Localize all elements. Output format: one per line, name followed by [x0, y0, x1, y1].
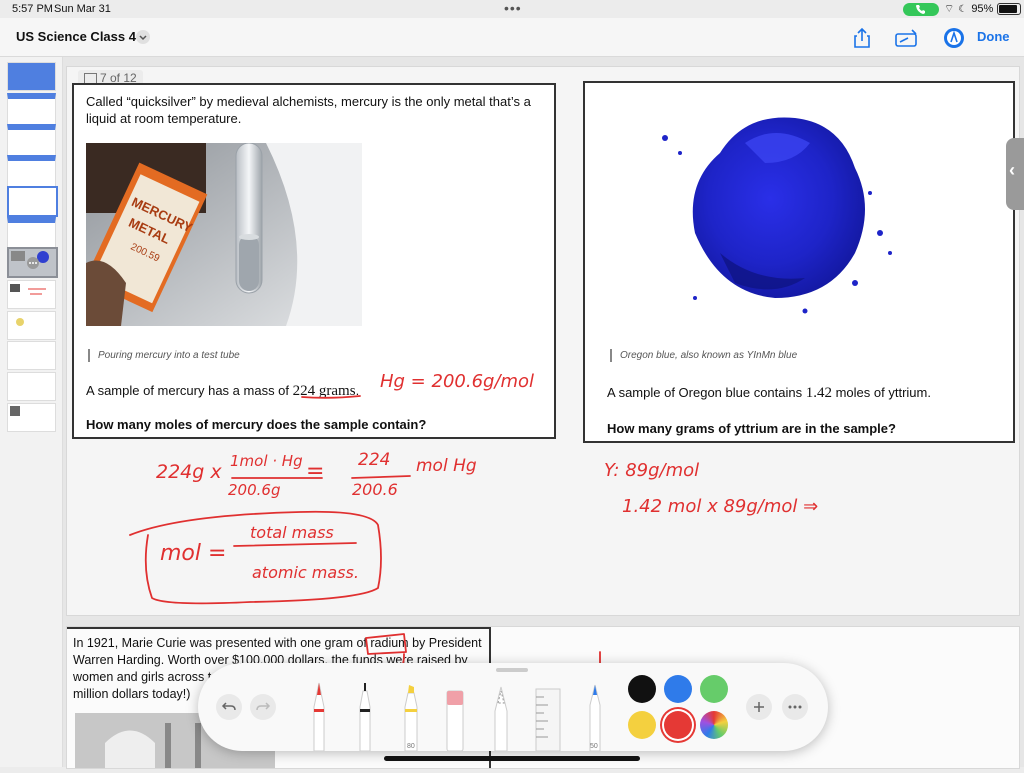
done-button[interactable]: Done — [977, 29, 1010, 44]
active-call-icon[interactable] — [903, 3, 939, 16]
redo-button[interactable] — [250, 694, 276, 720]
color-green-swatch[interactable] — [700, 675, 728, 703]
share-icon[interactable] — [850, 26, 874, 50]
markup-icon[interactable] — [894, 26, 918, 50]
wifi-icon: ⌔ — [944, 3, 955, 15]
slide-thumbnail[interactable] — [7, 217, 56, 251]
top-toolbar: US Science Class 4 Done — [0, 18, 1024, 57]
lasso-tool[interactable] — [490, 677, 512, 756]
ruler-tool[interactable] — [534, 687, 562, 756]
oregon-question-end: moles of yttrium. — [831, 385, 931, 400]
status-bar: 5:57 PM Sun Mar 31 ••• ⌔ ☾ 95% — [0, 0, 1024, 18]
status-date: Sun Mar 31 — [54, 3, 111, 15]
slide-thumbnail[interactable] — [7, 155, 56, 189]
toolbar-grabber[interactable] — [496, 668, 528, 672]
yttrium-moles-value: 1.42 — [805, 385, 832, 401]
oregon-question-text: A sample of Oregon blue contains — [607, 385, 806, 400]
oregon-blue-card: Oregon blue, also known as YInMn blue A … — [583, 81, 1015, 443]
home-indicator[interactable] — [384, 756, 640, 761]
eraser-tool[interactable] — [444, 681, 466, 756]
color-blue-swatch[interactable] — [664, 675, 692, 703]
mercury-question-end: . — [355, 383, 360, 398]
slide-thumbnail-selected[interactable] — [7, 247, 58, 278]
slide-thumbnail[interactable] — [7, 311, 56, 340]
slide-thumbnail[interactable] — [7, 93, 56, 127]
slide-thumbnail[interactable] — [7, 280, 56, 309]
add-tool-button[interactable] — [746, 694, 772, 720]
mercury-caption: Pouring mercury into a test tube — [88, 349, 240, 362]
pencil-circle-icon[interactable] — [942, 26, 966, 50]
slide-thumbnail[interactable] — [7, 403, 56, 432]
slide-thumbnail[interactable] — [7, 372, 56, 401]
document-title[interactable]: US Science Class 4 — [16, 29, 136, 44]
side-panel-handle[interactable]: ‹ — [1006, 138, 1024, 210]
markup-toolbar: 80 50 — [198, 663, 828, 752]
battery-percent: 95% — [971, 3, 994, 15]
slide-thumbnail[interactable] — [7, 124, 56, 158]
slide-thumbnail[interactable] — [7, 186, 58, 217]
fineliner-tool[interactable] — [354, 677, 376, 756]
mercury-question: A sample of mercury has a mass of 224 gr… — [86, 383, 359, 400]
more-options-button[interactable] — [782, 694, 808, 720]
slide-thumbnail[interactable] — [7, 341, 56, 370]
pen-tool[interactable] — [308, 677, 330, 756]
mercury-intro-text: Called “quicksilver” by medieval alchemi… — [86, 94, 531, 126]
slide-thumbnail[interactable] — [7, 62, 56, 91]
slide-navigator — [0, 57, 63, 767]
radium-word: radium — [370, 636, 409, 650]
moon-icon: ☾ — [958, 3, 968, 15]
mercury-photo: MERCURY METAL 200.59 — [84, 142, 362, 326]
chevron-left-icon: ‹ — [1009, 160, 1015, 180]
card-border — [67, 627, 491, 629]
color-black-swatch[interactable] — [628, 675, 656, 703]
chevron-down-icon[interactable] — [136, 30, 150, 44]
mercury-question-bold: How many moles of mercury does the sampl… — [86, 417, 427, 432]
status-time: 5:57 PM — [12, 3, 53, 15]
multitasking-dots-icon[interactable]: ••• — [504, 0, 522, 16]
curie-text-part: In 1921, Marie Curie was presented with … — [73, 636, 371, 650]
oregon-blue-photo — [625, 83, 915, 323]
mercury-mass-value: 224 grams — [292, 383, 356, 399]
battery-status: ⌔ ☾ 95% — [944, 2, 1022, 16]
oregon-blue-caption: Oregon blue, also known as YInMn blue — [610, 349, 797, 362]
battery-icon — [997, 3, 1022, 15]
mercury-card: Called “quicksilver” by medieval alchemi… — [72, 83, 556, 439]
oregon-blue-question-bold: How many grams of yttrium are in the sam… — [607, 421, 896, 436]
marker-size: 80 — [407, 743, 415, 750]
color-red-swatch[interactable] — [664, 711, 692, 739]
color-yellow-swatch[interactable] — [628, 711, 656, 739]
mercury-question-text: A sample of mercury has a mass of — [86, 383, 293, 398]
pencil-size: 50 — [590, 743, 598, 750]
undo-button[interactable] — [216, 694, 242, 720]
curie-text-end: million dollars today!) — [73, 687, 191, 701]
color-picker-swatch[interactable] — [700, 711, 728, 739]
oregon-blue-question: A sample of Oregon blue contains 1.42 mo… — [607, 385, 931, 402]
